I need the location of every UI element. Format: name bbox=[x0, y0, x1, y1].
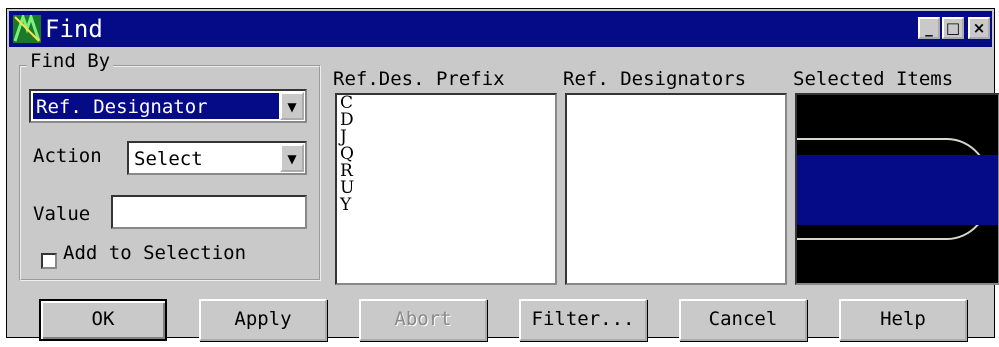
value-input[interactable] bbox=[111, 195, 307, 229]
action-selected-value: Select bbox=[134, 148, 203, 170]
maximize-button[interactable]: □ bbox=[942, 17, 964, 39]
component-outline-graphic bbox=[797, 138, 998, 240]
find-by-label: Find By bbox=[27, 49, 114, 73]
find-by-selected-value: Ref. Designator bbox=[33, 93, 279, 119]
add-to-selection-label: Add to Selection bbox=[63, 242, 247, 264]
list-item[interactable]: R bbox=[337, 163, 555, 180]
minimize-button[interactable]: _ bbox=[918, 17, 940, 39]
ok-button[interactable]: OK bbox=[39, 299, 167, 341]
prefix-header: Ref.Des. Prefix bbox=[333, 68, 505, 90]
apply-button[interactable]: Apply bbox=[199, 299, 327, 341]
filter-button[interactable]: Filter... bbox=[519, 299, 647, 341]
list-item[interactable]: U bbox=[337, 180, 555, 197]
title-bar[interactable]: Find _ □ × bbox=[9, 11, 992, 47]
help-button[interactable]: Help bbox=[839, 299, 967, 341]
selected-items-preview bbox=[795, 93, 999, 285]
selected-items-header: Selected Items bbox=[793, 68, 954, 90]
find-dialog: Find _ □ × Find By Ref. Designator ▼ Act… bbox=[6, 8, 999, 341]
abort-button[interactable]: Abort bbox=[359, 299, 487, 341]
add-to-selection-checkbox[interactable] bbox=[41, 253, 57, 269]
value-label: Value bbox=[33, 203, 91, 225]
list-item[interactable]: Y bbox=[337, 197, 555, 214]
prefix-list[interactable]: C D J Q R U Y bbox=[335, 93, 557, 285]
action-label: Action bbox=[33, 145, 102, 167]
list-item[interactable]: D bbox=[337, 112, 555, 129]
list-item[interactable]: Q bbox=[337, 146, 555, 163]
find-by-dropdown[interactable]: Ref. Designator ▼ bbox=[29, 89, 307, 123]
chevron-down-icon[interactable]: ▼ bbox=[280, 92, 304, 120]
app-icon bbox=[13, 15, 41, 43]
window-title: Find bbox=[45, 15, 103, 43]
chevron-down-icon[interactable]: ▼ bbox=[280, 144, 304, 172]
close-button[interactable]: × bbox=[968, 17, 990, 39]
list-item[interactable]: C bbox=[337, 95, 555, 112]
action-dropdown[interactable]: Select ▼ bbox=[127, 141, 307, 175]
designators-list[interactable] bbox=[565, 93, 787, 285]
cancel-button[interactable]: Cancel bbox=[679, 299, 807, 341]
list-item[interactable]: J bbox=[337, 129, 555, 146]
designators-header: Ref. Designators bbox=[563, 68, 747, 90]
